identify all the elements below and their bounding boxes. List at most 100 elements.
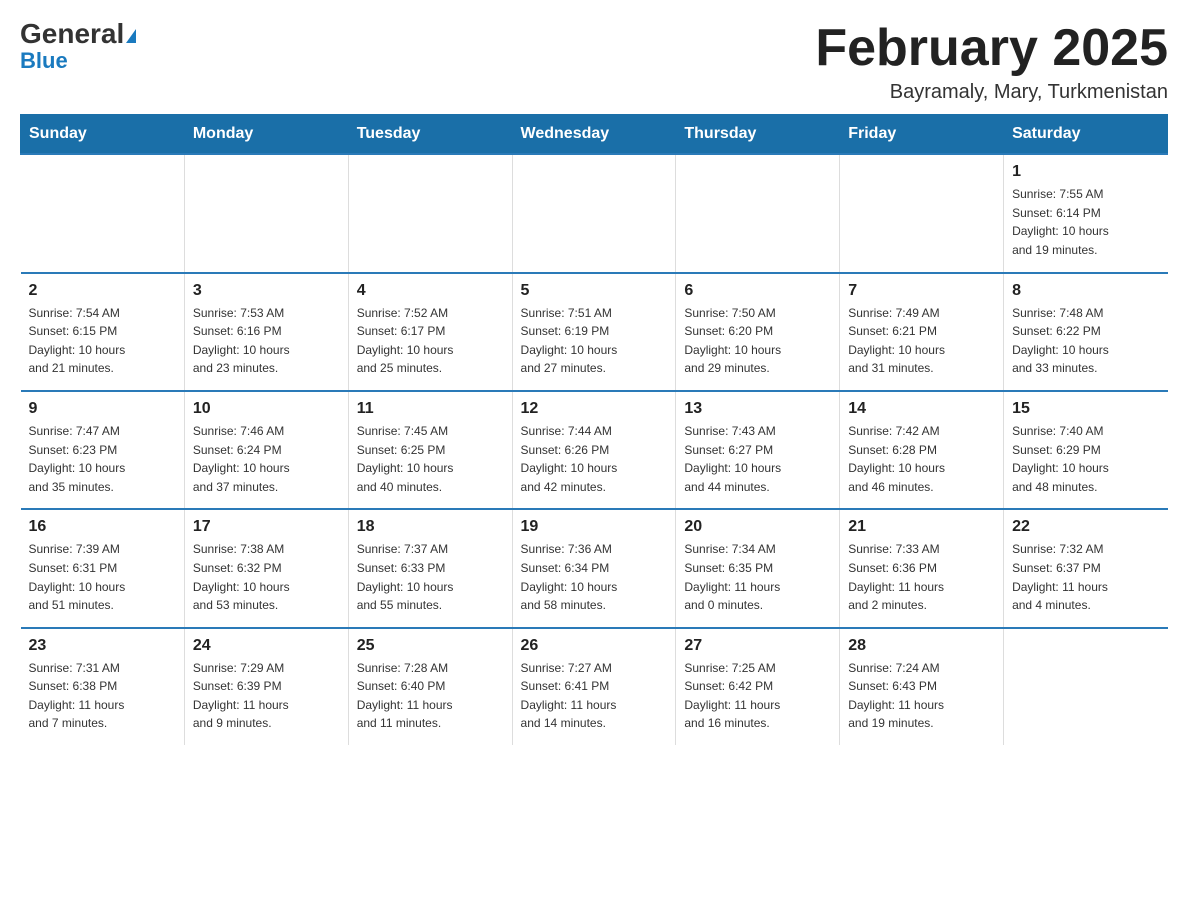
calendar-cell: 27 Sunrise: 7:25 AMSunset: 6:42 PMDayligh… — [676, 628, 840, 745]
location: Bayramaly, Mary, Turkmenistan — [815, 81, 1168, 104]
calendar-cell: 17Sunrise: 7:38 AMSunset: 6:32 PMDayligh… — [184, 509, 348, 627]
calendar-week-row: 16 Sunrise: 7:39 AMSunset: 6:31 PMDayligh… — [21, 509, 1168, 627]
day-info: Sunrise: 7:27 AMSunset: 6:41 PMDaylight:… — [521, 659, 668, 733]
col-thursday: Thursday — [676, 115, 840, 155]
calendar-week-row: 9 Sunrise: 7:47 AMSunset: 6:23 PMDaylight… — [21, 391, 1168, 509]
calendar-cell: 26 Sunrise: 7:27 AMSunset: 6:41 PMDayligh… — [512, 628, 676, 745]
calendar-cell: 6Sunrise: 7:50 AMSunset: 6:20 PMDaylight… — [676, 273, 840, 391]
col-wednesday: Wednesday — [512, 115, 676, 155]
calendar-cell: 5 Sunrise: 7:51 AMSunset: 6:19 PMDaylight… — [512, 273, 676, 391]
days-of-week-row: Sunday Monday Tuesday Wednesday Thursday… — [21, 115, 1168, 155]
calendar-cell: 25 Sunrise: 7:28 AMSunset: 6:40 PMDayligh… — [348, 628, 512, 745]
calendar-cell: 19Sunrise: 7:36 AMSunset: 6:34 PMDayligh… — [512, 509, 676, 627]
page-header: General Blue February 2025 Bayramaly, Ma… — [20, 20, 1168, 104]
calendar-cell — [1004, 628, 1168, 745]
day-info: Sunrise: 7:24 AMSunset: 6:43 PMDaylight:… — [848, 659, 995, 733]
day-info: Sunrise: 7:55 AMSunset: 6:14 PMDaylight:… — [1012, 185, 1159, 259]
day-number: 5 — [521, 282, 668, 300]
calendar-cell: 16 Sunrise: 7:39 AMSunset: 6:31 PMDayligh… — [21, 509, 185, 627]
calendar-cell — [348, 154, 512, 272]
day-info: Sunrise: 7:54 AMSunset: 6:15 PMDaylight:… — [29, 304, 176, 378]
day-info: Sunrise: 7:45 AMSunset: 6:25 PMDaylight:… — [357, 422, 504, 496]
day-number: 12 — [521, 400, 668, 418]
day-number: 27 — [684, 637, 831, 655]
calendar-cell: 18Sunrise: 7:37 AMSunset: 6:33 PMDayligh… — [348, 509, 512, 627]
title-block: February 2025 Bayramaly, Mary, Turkmenis… — [815, 20, 1168, 104]
day-number: 17 — [193, 518, 340, 536]
logo-general: General — [20, 20, 136, 48]
calendar-cell: 2 Sunrise: 7:54 AMSunset: 6:15 PMDaylight… — [21, 273, 185, 391]
calendar-cell: 28Sunrise: 7:24 AMSunset: 6:43 PMDayligh… — [840, 628, 1004, 745]
calendar-header: Sunday Monday Tuesday Wednesday Thursday… — [21, 115, 1168, 155]
day-number: 15 — [1012, 400, 1159, 418]
day-info: Sunrise: 7:42 AMSunset: 6:28 PMDaylight:… — [848, 422, 995, 496]
day-info: Sunrise: 7:44 AMSunset: 6:26 PMDaylight:… — [521, 422, 668, 496]
calendar-cell: 12 Sunrise: 7:44 AMSunset: 6:26 PMDayligh… — [512, 391, 676, 509]
col-sunday: Sunday — [21, 115, 185, 155]
day-info: Sunrise: 7:47 AMSunset: 6:23 PMDaylight:… — [29, 422, 176, 496]
day-number: 2 — [29, 282, 176, 300]
day-info: Sunrise: 7:39 AMSunset: 6:31 PMDaylight:… — [29, 540, 176, 614]
calendar-cell: 15 Sunrise: 7:40 AMSunset: 6:29 PMDayligh… — [1004, 391, 1168, 509]
calendar-cell: 8Sunrise: 7:48 AMSunset: 6:22 PMDaylight… — [1004, 273, 1168, 391]
day-info: Sunrise: 7:52 AMSunset: 6:17 PMDaylight:… — [357, 304, 504, 378]
day-number: 11 — [357, 400, 504, 418]
calendar-table: Sunday Monday Tuesday Wednesday Thursday… — [20, 114, 1168, 745]
logo-blue-text: Blue — [20, 48, 68, 74]
day-number: 14 — [848, 400, 995, 418]
day-info: Sunrise: 7:29 AMSunset: 6:39 PMDaylight:… — [193, 659, 340, 733]
day-number: 4 — [357, 282, 504, 300]
day-number: 20 — [684, 518, 831, 536]
calendar-cell: 13 Sunrise: 7:43 AMSunset: 6:27 PMDayligh… — [676, 391, 840, 509]
day-info: Sunrise: 7:31 AMSunset: 6:38 PMDaylight:… — [29, 659, 176, 733]
logo: General Blue — [20, 20, 136, 74]
day-number: 10 — [193, 400, 340, 418]
day-info: Sunrise: 7:25 AMSunset: 6:42 PMDaylight:… — [684, 659, 831, 733]
calendar-cell: 11 Sunrise: 7:45 AMSunset: 6:25 PMDayligh… — [348, 391, 512, 509]
col-tuesday: Tuesday — [348, 115, 512, 155]
day-number: 25 — [357, 637, 504, 655]
day-number: 21 — [848, 518, 995, 536]
col-saturday: Saturday — [1004, 115, 1168, 155]
calendar-week-row: 1 Sunrise: 7:55 AMSunset: 6:14 PMDaylight… — [21, 154, 1168, 272]
calendar-cell: 21 Sunrise: 7:33 AMSunset: 6:36 PMDayligh… — [840, 509, 1004, 627]
day-info: Sunrise: 7:50 AMSunset: 6:20 PMDaylight:… — [684, 304, 831, 378]
calendar-cell — [840, 154, 1004, 272]
calendar-cell — [21, 154, 185, 272]
day-info: Sunrise: 7:36 AMSunset: 6:34 PMDaylight:… — [521, 540, 668, 614]
calendar-cell: 3 Sunrise: 7:53 AMSunset: 6:16 PMDaylight… — [184, 273, 348, 391]
calendar-week-row: 2 Sunrise: 7:54 AMSunset: 6:15 PMDaylight… — [21, 273, 1168, 391]
day-info: Sunrise: 7:51 AMSunset: 6:19 PMDaylight:… — [521, 304, 668, 378]
calendar-cell: 24 Sunrise: 7:29 AMSunset: 6:39 PMDayligh… — [184, 628, 348, 745]
calendar-cell: 1 Sunrise: 7:55 AMSunset: 6:14 PMDaylight… — [1004, 154, 1168, 272]
calendar-cell — [184, 154, 348, 272]
day-number: 9 — [29, 400, 176, 418]
col-friday: Friday — [840, 115, 1004, 155]
day-number: 1 — [1012, 163, 1159, 181]
day-number: 16 — [29, 518, 176, 536]
day-number: 23 — [29, 637, 176, 655]
day-number: 8 — [1012, 282, 1159, 300]
day-info: Sunrise: 7:34 AMSunset: 6:35 PMDaylight:… — [684, 540, 831, 614]
calendar-cell: 7 Sunrise: 7:49 AMSunset: 6:21 PMDaylight… — [840, 273, 1004, 391]
day-info: Sunrise: 7:37 AMSunset: 6:33 PMDaylight:… — [357, 540, 504, 614]
logo-blue: Blue — [20, 48, 68, 74]
month-title: February 2025 — [815, 20, 1168, 77]
day-number: 3 — [193, 282, 340, 300]
day-number: 24 — [193, 637, 340, 655]
day-info: Sunrise: 7:28 AMSunset: 6:40 PMDaylight:… — [357, 659, 504, 733]
day-info: Sunrise: 7:40 AMSunset: 6:29 PMDaylight:… — [1012, 422, 1159, 496]
calendar-body: 1 Sunrise: 7:55 AMSunset: 6:14 PMDaylight… — [21, 154, 1168, 745]
calendar-cell — [676, 154, 840, 272]
day-info: Sunrise: 7:49 AMSunset: 6:21 PMDaylight:… — [848, 304, 995, 378]
day-info: Sunrise: 7:43 AMSunset: 6:27 PMDaylight:… — [684, 422, 831, 496]
calendar-cell: 14 Sunrise: 7:42 AMSunset: 6:28 PMDayligh… — [840, 391, 1004, 509]
col-monday: Monday — [184, 115, 348, 155]
calendar-cell: 23 Sunrise: 7:31 AMSunset: 6:38 PMDayligh… — [21, 628, 185, 745]
day-info: Sunrise: 7:33 AMSunset: 6:36 PMDaylight:… — [848, 540, 995, 614]
day-number: 26 — [521, 637, 668, 655]
day-info: Sunrise: 7:46 AMSunset: 6:24 PMDaylight:… — [193, 422, 340, 496]
day-number: 7 — [848, 282, 995, 300]
day-info: Sunrise: 7:53 AMSunset: 6:16 PMDaylight:… — [193, 304, 340, 378]
day-number: 13 — [684, 400, 831, 418]
